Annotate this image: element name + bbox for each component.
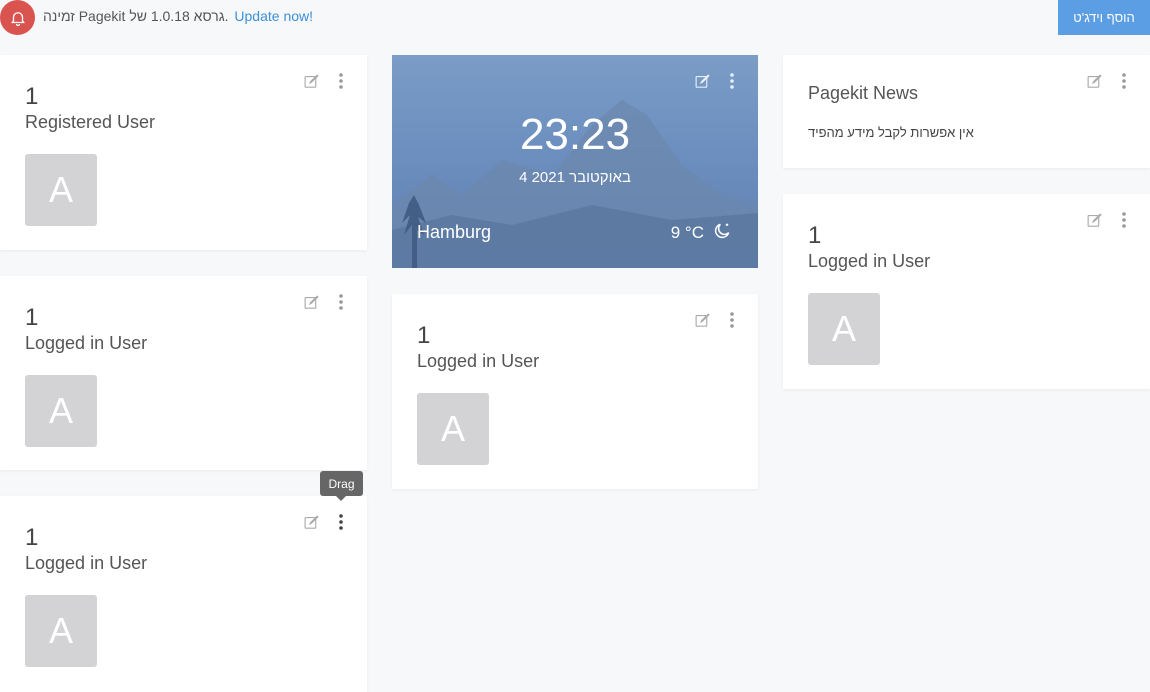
widget-logged-in-users: 1 Logged in User A xyxy=(0,496,367,692)
user-count-label: Logged in User xyxy=(417,351,540,371)
user-count: 1 xyxy=(25,83,39,110)
edit-icon[interactable] xyxy=(693,72,711,90)
more-vertical-icon[interactable] xyxy=(723,311,741,329)
more-vertical-icon[interactable] xyxy=(332,72,350,90)
more-vertical-icon[interactable] xyxy=(1115,72,1133,90)
more-vertical-icon[interactable] xyxy=(332,293,350,311)
widget-tools xyxy=(1085,72,1133,90)
edit-icon[interactable] xyxy=(302,293,320,311)
update-notice-text: זמינה Pagekit גרסא 1.0.18 של. xyxy=(43,8,229,24)
update-notice: זמינה Pagekit גרסא 1.0.18 של. Update now… xyxy=(43,8,313,24)
news-message: אין אפשרות לקבל מידע מהפיד xyxy=(808,125,974,140)
more-vertical-icon[interactable] xyxy=(332,513,350,531)
widget-tools xyxy=(693,311,741,329)
drag-tooltip: Drag xyxy=(320,471,363,501)
avatar[interactable]: A xyxy=(25,595,97,667)
user-count: 1 xyxy=(25,524,39,551)
user-count-label: Logged in User xyxy=(25,333,148,353)
moon-icon xyxy=(712,221,732,246)
widget-news: Pagekit News אין אפשרות לקבל מידע מהפיד xyxy=(783,55,1150,168)
news-title: Pagekit News xyxy=(808,83,919,103)
user-count: 1 xyxy=(417,322,431,349)
widget-logged-in-users: 1 Logged in User A xyxy=(392,294,758,489)
widget-logged-in-users: 1 Logged in User A xyxy=(783,194,1150,389)
avatar[interactable]: A xyxy=(25,375,97,447)
more-vertical-icon[interactable] xyxy=(1115,211,1133,229)
avatar[interactable]: A xyxy=(417,393,489,465)
edit-icon[interactable] xyxy=(302,72,320,90)
edit-icon[interactable] xyxy=(1085,211,1103,229)
add-widget-button[interactable]: הוסף וידג'ט xyxy=(1058,0,1150,35)
top-notice-bar: זמינה Pagekit גרסא 1.0.18 של. Update now… xyxy=(0,0,1150,38)
widget-tools xyxy=(1085,211,1133,229)
widget-clock-weather: 23:23 4 באוקטובר 2021 Hamburg 9 °C xyxy=(392,55,758,268)
clock-date: 4 באוקטובר 2021 xyxy=(519,169,631,186)
widget-logged-in-users: 1 Logged in User A xyxy=(0,276,367,470)
edit-icon[interactable] xyxy=(302,513,320,531)
widget-tools xyxy=(302,293,350,311)
weather-city: Hamburg xyxy=(417,222,492,242)
bell-icon[interactable] xyxy=(0,0,35,35)
edit-icon[interactable] xyxy=(693,311,711,329)
user-count-label: Registered User xyxy=(25,112,156,132)
clock-time: 23:23 xyxy=(519,110,631,159)
avatar[interactable]: A xyxy=(808,293,880,365)
user-count-label: Logged in User xyxy=(808,251,931,271)
widget-tools xyxy=(302,72,350,90)
more-vertical-icon[interactable] xyxy=(723,72,741,90)
widget-tools xyxy=(302,513,350,531)
user-count: 1 xyxy=(808,222,822,249)
avatar[interactable]: A xyxy=(25,154,97,226)
widget-registered-users: 1 Registered User A xyxy=(0,55,367,250)
weather-temperature: 9 °C xyxy=(670,223,704,242)
widget-tools xyxy=(693,72,741,90)
user-count-label: Logged in User xyxy=(25,553,148,573)
update-now-link[interactable]: Update now! xyxy=(234,8,313,24)
user-count: 1 xyxy=(25,304,39,331)
edit-icon[interactable] xyxy=(1085,72,1103,90)
